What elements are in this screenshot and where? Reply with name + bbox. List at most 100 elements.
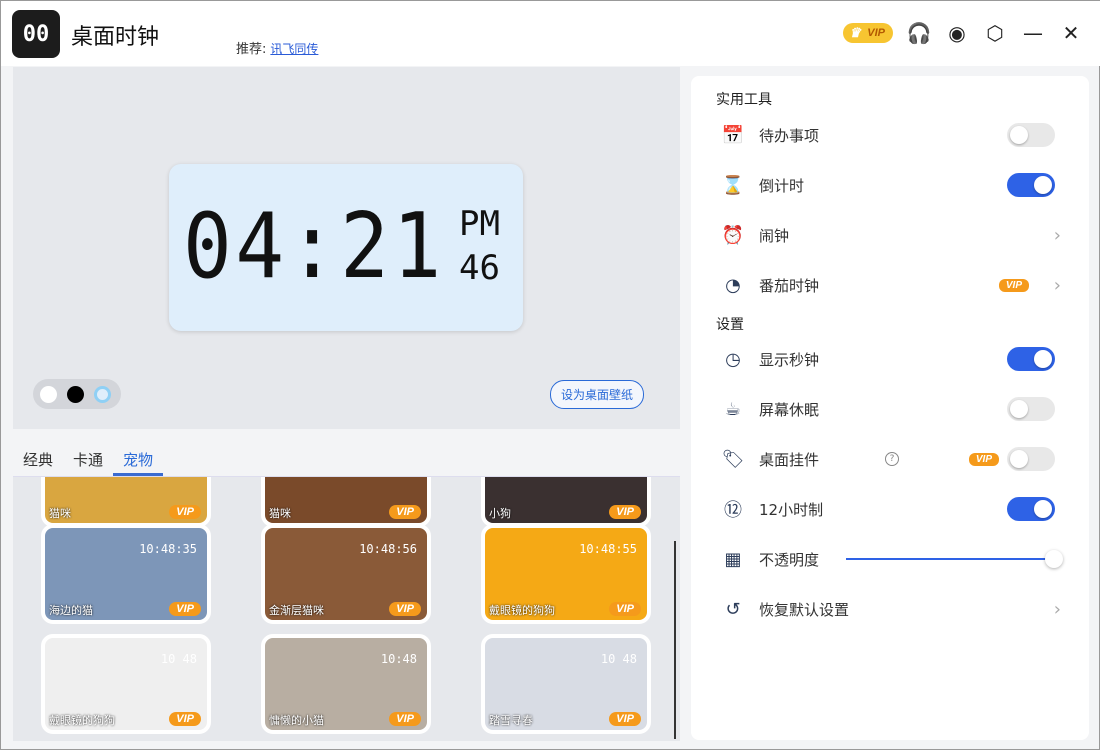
setting-icon: ⑫ (724, 500, 742, 521)
tab-pets[interactable]: 宠物 (113, 443, 164, 476)
theme-grid: 猫咪 VIP 猫咪 VIP 小狗 VIP 10:48:35 海边的猫 VIP 10:48:56 金渐… (13, 477, 680, 741)
setting-icon: ↺ (725, 598, 741, 620)
vip-badge: VIP (609, 712, 641, 726)
setting-row: ↺ 恢复默认设置 › (721, 594, 1061, 624)
setting-row: ⌛ 倒计时 (721, 170, 1061, 200)
setting-row: 📅 待办事项 (721, 120, 1061, 150)
setting-row: ◷ 显示秒钟 (721, 344, 1061, 374)
toggle-switch[interactable] (1007, 173, 1055, 197)
minimize-icon[interactable]: — (1021, 21, 1045, 45)
card-name: 猫咪 (49, 507, 71, 520)
vip-badge: VIP (998, 278, 1029, 292)
set-wallpaper-button[interactable]: 设为桌面壁纸 (550, 380, 645, 409)
app-title: 桌面时钟 (71, 25, 160, 50)
settings-panel: 实用工具 设置 📅 待办事项 ⌛ 倒计时 ⏰ 闹钟 › ◔ 番茄时钟 VIP › ◷ 显示秒钟 ☕ 屏幕休眠… (691, 76, 1089, 740)
setting-label: 倒计时 (759, 176, 805, 195)
setting-label: 恢复默认设置 (759, 600, 850, 619)
app-logo: 00 (12, 10, 60, 58)
card-clock: 10 48 (160, 652, 197, 666)
card-name: 戴眼镜的狗狗 (49, 714, 115, 727)
vip-badge: VIP (609, 602, 641, 616)
vip-badge: VIP (169, 712, 201, 726)
scrollbar[interactable] (674, 541, 676, 739)
card-clock: 10:48:56 (359, 542, 417, 556)
setting-row: ◔ 番茄时钟 VIP › (721, 270, 1061, 300)
setting-row: 🏷 桌面挂件? VIP (721, 444, 1061, 474)
theme-card[interactable]: 10 48 踏雪寻春 VIP (481, 634, 651, 734)
theme-card[interactable]: 猫咪 VIP (261, 477, 431, 527)
toggle-switch[interactable] (1007, 347, 1055, 371)
vip-badge: VIP (389, 712, 421, 726)
setting-row: ▦ 不透明度 (721, 544, 1063, 574)
color-black[interactable] (67, 385, 84, 403)
toggle-switch[interactable] (1007, 497, 1055, 521)
card-name: 踏雪寻春 (489, 714, 533, 727)
setting-row: ⏰ 闹钟 › (721, 220, 1061, 250)
setting-label: 12小时制 (759, 500, 824, 519)
user-icon[interactable]: ◉ (945, 21, 969, 45)
toggle-switch[interactable] (1007, 397, 1055, 421)
card-clock: 10:48 (380, 652, 417, 666)
color-lightblue[interactable] (94, 385, 111, 403)
vip-badge: VIP (609, 505, 641, 519)
theme-card[interactable]: 10:48:56 金渐层猫咪 VIP (261, 524, 431, 624)
calendar-check-icon: 📅 (721, 124, 745, 146)
category-tabs: 经典 卡通 宠物 (13, 443, 680, 477)
setting-label: 桌面挂件 (759, 450, 820, 469)
theme-card[interactable]: 猫咪 VIP (41, 477, 211, 527)
tab-cartoon[interactable]: 卡通 (63, 443, 113, 476)
tomato-icon: ◔ (725, 274, 741, 296)
setting-icon: 🏷 (721, 448, 745, 470)
alarm-clock-icon: ⏰ (721, 224, 745, 246)
setting-row: ⑫ 12小时制 (721, 494, 1061, 524)
setting-label: 显示秒钟 (759, 350, 820, 369)
setting-label: 番茄时钟 (759, 276, 820, 295)
toggle-switch[interactable] (1007, 447, 1055, 471)
card-name: 猫咪 (269, 507, 291, 520)
setting-label: 不透明度 (759, 550, 820, 569)
recommend-link[interactable]: 讯飞同传 (270, 42, 318, 56)
tab-classic[interactable]: 经典 (13, 443, 63, 476)
vip-badge: VIP (169, 602, 201, 616)
opacity-slider[interactable] (846, 550, 1063, 568)
chevron-right-icon[interactable]: › (1054, 275, 1061, 296)
theme-card[interactable]: 10:48:55 戴眼镜的狗狗 VIP (481, 524, 651, 624)
setting-label: 待办事项 (759, 126, 820, 145)
setting-label: 闹钟 (759, 226, 790, 245)
clock-preview: 04:21 PM 46 (169, 164, 523, 331)
card-clock: 10:48:55 (579, 542, 637, 556)
hourglass-icon: ⌛ (721, 174, 745, 196)
headset-icon[interactable]: 🎧 (907, 21, 932, 45)
clock-time: 04:21 (183, 194, 445, 299)
vip-badge: VIP (389, 505, 421, 519)
clock-ampm: PM (459, 204, 500, 244)
card-clock: 10 48 (600, 652, 637, 666)
clock-seconds: 46 (459, 248, 500, 288)
help-icon[interactable]: ? (885, 452, 899, 466)
card-name: 戴眼镜的狗狗 (489, 604, 555, 617)
close-icon[interactable]: ✕ (1059, 21, 1083, 45)
tools-heading: 实用工具 (716, 92, 772, 108)
card-name: 海边的猫 (49, 604, 93, 617)
theme-card[interactable]: 10 48 戴眼镜的狗狗 VIP (41, 634, 211, 734)
setting-icon: ☕ (724, 398, 742, 420)
chevron-right-icon[interactable]: › (1054, 599, 1061, 620)
color-white[interactable] (40, 385, 57, 403)
title-bar: 00 桌面时钟 推荐:讯飞同传 VIP 🎧 ◉ ⬡ — ✕ (1, 1, 1100, 66)
setting-icon: ▦ (724, 548, 742, 570)
setting-label: 屏幕休眠 (759, 400, 820, 419)
recommend: 推荐: 讯飞同传 (236, 38, 318, 57)
toggle-switch[interactable] (1007, 123, 1055, 147)
setting-icon: ◷ (725, 348, 741, 370)
vip-badge: VIP (169, 505, 201, 519)
card-name: 慵懒的小猫 (269, 714, 324, 727)
settings-icon[interactable]: ⬡ (983, 21, 1007, 45)
theme-card[interactable]: 小狗 VIP (481, 477, 651, 527)
color-picker (33, 379, 121, 409)
chevron-right-icon[interactable]: › (1054, 225, 1061, 246)
theme-card[interactable]: 10:48:35 海边的猫 VIP (41, 524, 211, 624)
theme-card[interactable]: 10:48 慵懒的小猫 VIP (261, 634, 431, 734)
card-clock: 10:48:35 (139, 542, 197, 556)
vip-badge-button[interactable]: VIP (843, 23, 893, 43)
clock-preview-panel: 04:21 PM 46 设为桌面壁纸 (13, 67, 680, 429)
